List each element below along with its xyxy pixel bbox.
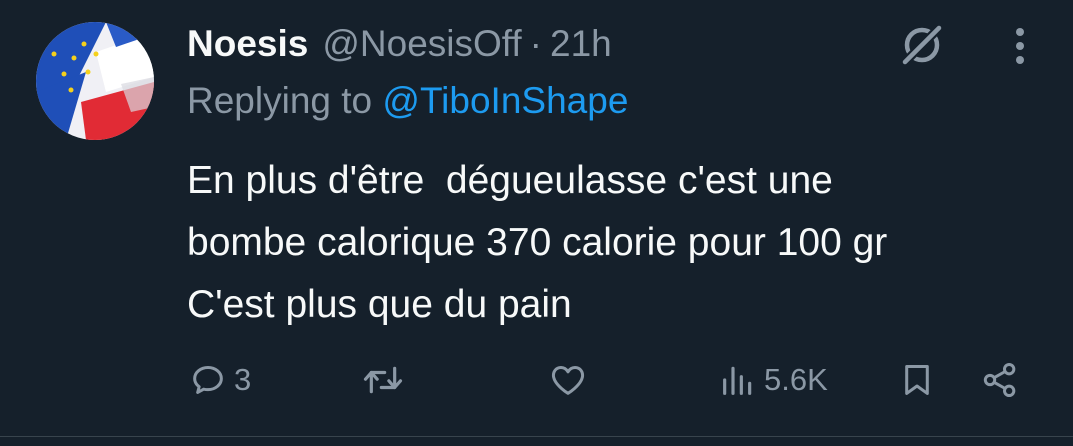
tweet-divider	[0, 436, 1073, 437]
share-button[interactable]	[978, 352, 1022, 408]
author-name[interactable]: Noesis	[187, 23, 308, 65]
share-icon	[978, 360, 1022, 400]
views-button[interactable]: 5.6K	[718, 352, 828, 408]
tweet-text-line: bombe calorique 370 calorie pour 100 gr	[187, 221, 888, 264]
more-vertical-icon	[1014, 26, 1026, 71]
action-bar: 3 5.6K	[0, 352, 1073, 408]
timestamp[interactable]: 21h	[550, 23, 612, 65]
author-handle[interactable]: @NoesisOff	[322, 23, 521, 65]
tweet-text: En plus d'être dégueulasse c'est une bom…	[187, 150, 1047, 336]
views-count: 5.6K	[764, 362, 828, 397]
like-button[interactable]	[547, 352, 595, 408]
views-icon	[718, 360, 758, 400]
grok-button[interactable]	[893, 18, 951, 76]
more-options-button[interactable]	[1000, 22, 1040, 74]
reply-target-link[interactable]: @TiboInShape	[382, 80, 628, 121]
tweet-text-line: En plus d'être dégueulasse c'est une	[187, 159, 833, 202]
replying-to: Replying to @TiboInShape	[187, 80, 628, 122]
retweet-icon	[361, 360, 405, 400]
heart-icon	[547, 360, 589, 400]
reply-icon	[188, 360, 228, 400]
tweet-text-line: C'est plus que du pain	[187, 283, 572, 326]
bookmark-icon	[898, 360, 936, 400]
tweet-header: Noesis @NoesisOff · 21h	[187, 16, 612, 72]
separator-dot: ·	[529, 23, 542, 64]
reply-button[interactable]: 3	[188, 352, 251, 408]
tweet[interactable]: Noesis @NoesisOff · 21h Replying to @Tib…	[0, 0, 1073, 446]
retweet-button[interactable]	[361, 352, 411, 408]
reply-count: 3	[234, 362, 252, 397]
avatar[interactable]	[36, 22, 154, 140]
grok-icon	[897, 20, 947, 75]
bookmark-button[interactable]	[898, 352, 936, 408]
replying-to-label: Replying to	[187, 80, 373, 121]
